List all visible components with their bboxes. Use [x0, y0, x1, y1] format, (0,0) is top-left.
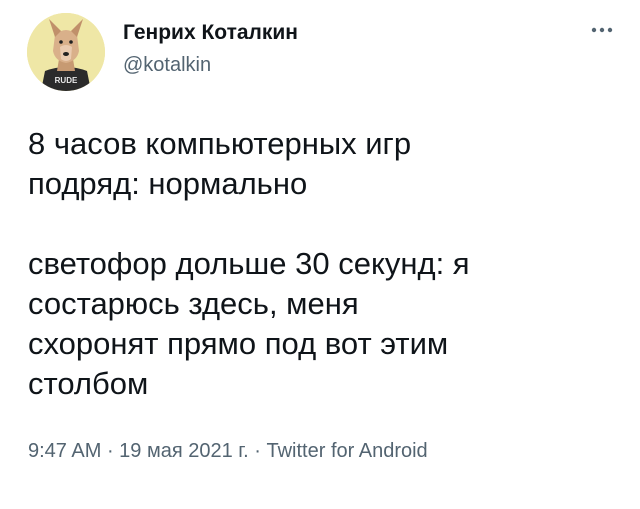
avatar[interactable]: RUDE	[27, 13, 105, 91]
meta-separator: ·	[101, 440, 120, 462]
display-name[interactable]: Генрих Коталкин	[123, 21, 298, 45]
tweet-text: 8 часов компьютерных игр подряд: нормаль…	[28, 126, 470, 401]
tweet-time[interactable]: 9:47 AM	[28, 440, 101, 462]
dog-avatar-icon: RUDE	[27, 13, 105, 91]
username[interactable]: @kotalkin	[123, 54, 211, 77]
tweet-source[interactable]: Twitter for Android	[266, 440, 427, 462]
meta-separator: ·	[248, 440, 267, 462]
more-horizontal-icon[interactable]	[589, 20, 615, 40]
tweet-date[interactable]: 19 мая 2021 г.	[119, 440, 249, 462]
avatar-shirt-text: RUDE	[55, 76, 78, 85]
tweet-meta: 9:47 AM · 19 мая 2021 г. · Twitter for A…	[28, 440, 428, 463]
tweet-card: RUDE Генрих Коталкин @kotalkin 8 часов к…	[0, 0, 640, 509]
more-dots-icon	[591, 27, 613, 33]
